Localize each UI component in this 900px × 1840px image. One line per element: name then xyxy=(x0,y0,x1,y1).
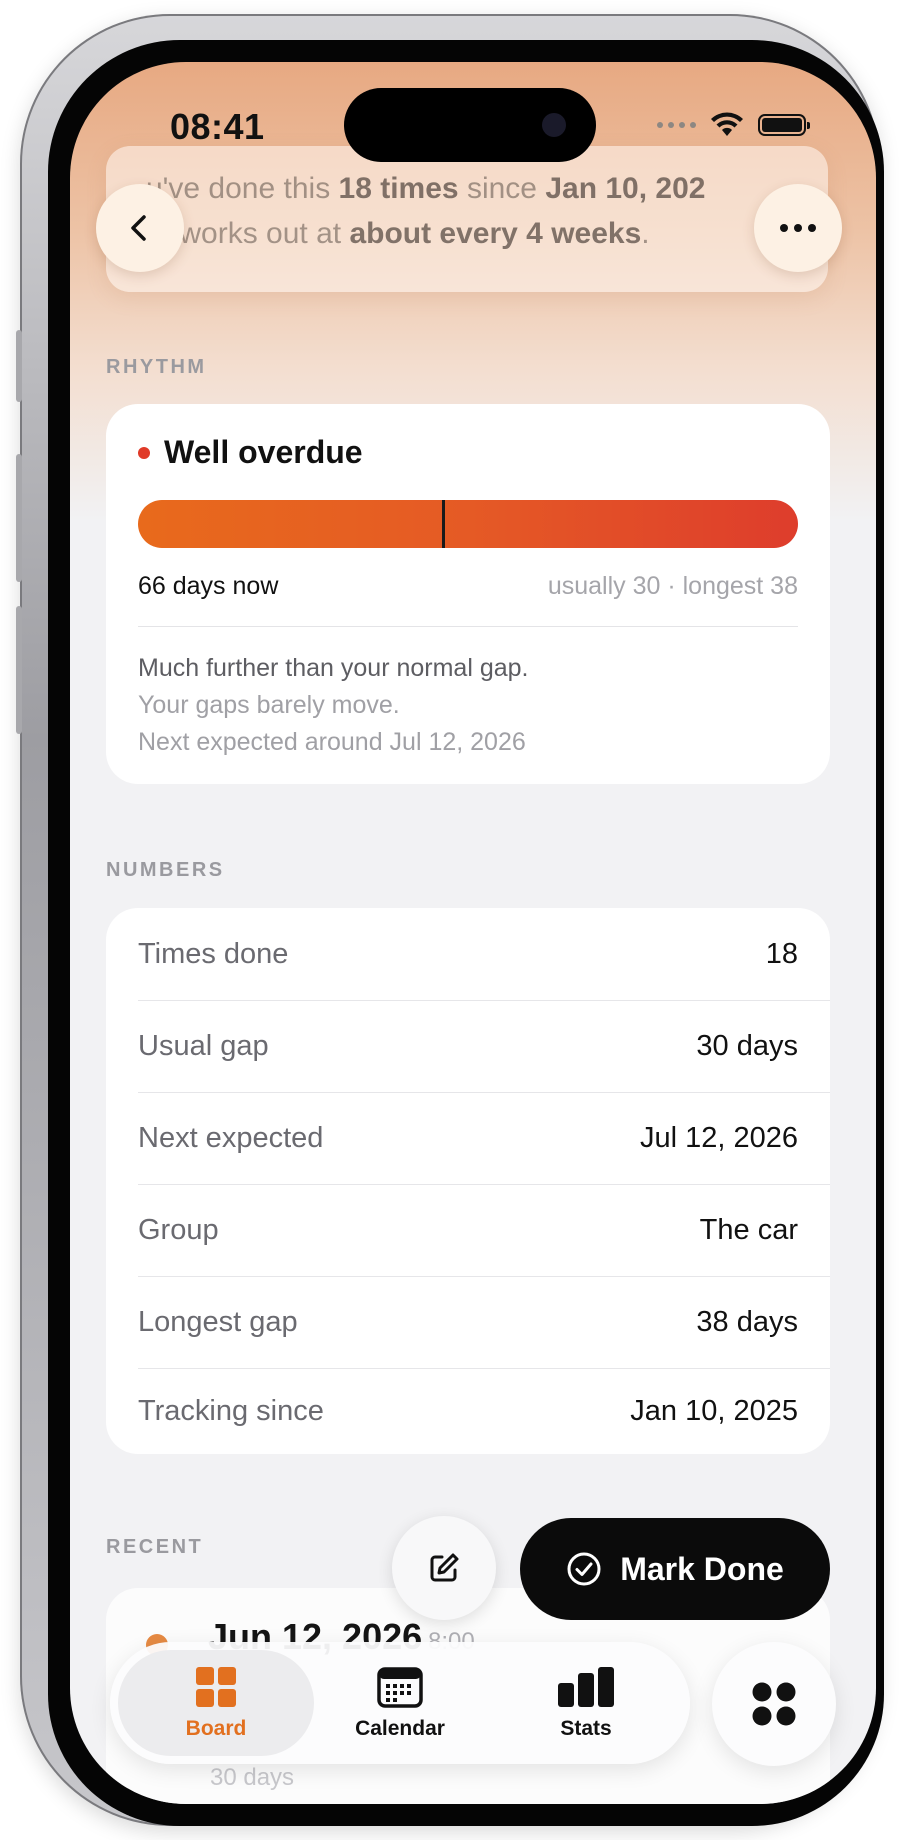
numbers-section-label: NUMBERS xyxy=(106,859,225,881)
rhythm-divider xyxy=(138,626,798,627)
recent-gap: 30 days xyxy=(210,1764,295,1791)
back-button[interactable] xyxy=(96,184,184,272)
numbers-row-next-expected: Next expected Jul 12, 2026 xyxy=(138,1092,830,1185)
row-value: 18 xyxy=(765,938,798,970)
row-value: Jul 12, 2026 xyxy=(639,1122,798,1154)
row-label: Longest gap xyxy=(138,1306,298,1338)
numbers-row-usual-gap: Usual gap 30 days xyxy=(138,1000,830,1093)
numbers-row-times-done: Times done 18 xyxy=(138,908,830,1001)
tab-board[interactable]: Board xyxy=(118,1650,314,1756)
rhythm-status-title: Well overdue xyxy=(164,434,363,470)
four-dots-icon xyxy=(752,1682,796,1726)
row-value: Jan 10, 2025 xyxy=(630,1394,798,1427)
ellipsis-icon xyxy=(780,224,816,232)
status-icons xyxy=(657,112,810,138)
action-button xyxy=(16,330,22,402)
tab-label: Stats xyxy=(560,1717,612,1740)
numbers-row-longest-gap: Longest gap 38 days xyxy=(138,1276,830,1369)
row-label: Tracking since xyxy=(138,1394,324,1427)
mark-done-button[interactable]: Mark Done xyxy=(520,1518,830,1620)
tab-stats[interactable]: Stats xyxy=(510,1642,662,1764)
status-time: 08:41 xyxy=(170,106,265,147)
tab-bar: Board Calendar Stats xyxy=(110,1642,690,1764)
cellular-signal-icon xyxy=(657,122,696,128)
numbers-card: Times done 18 Usual gap 30 days Next exp… xyxy=(106,908,830,1454)
chevron-left-icon xyxy=(131,215,146,241)
phone-frame: u've done this 18 times since Jan 10, 20… xyxy=(16,14,884,1826)
edit-button[interactable] xyxy=(392,1516,496,1620)
rhythm-section-label: RHYTHM xyxy=(106,356,207,378)
tab-label: Calendar xyxy=(355,1717,445,1740)
mark-done-label: Mark Done xyxy=(620,1550,784,1587)
row-value: 38 days xyxy=(696,1306,798,1338)
battery-icon xyxy=(758,114,810,136)
row-label: Times done xyxy=(138,938,289,970)
status-dot xyxy=(138,446,150,459)
edit-icon xyxy=(430,1553,459,1582)
row-label: Usual gap xyxy=(138,1030,269,1062)
rhythm-progress-bar xyxy=(138,500,798,548)
row-value: The car xyxy=(699,1214,798,1246)
row-label: Group xyxy=(138,1214,219,1246)
summary-text: u've done this 18 times since Jan 10, 20… xyxy=(146,172,706,250)
tab-label: Board xyxy=(185,1717,247,1740)
row-value: 30 days xyxy=(696,1030,798,1062)
rhythm-card: Well overdue 66 days now usually 30 · lo… xyxy=(106,404,830,784)
usual-longest-line: usually 30 · longest 38 xyxy=(547,572,798,600)
recent-section-label: RECENT xyxy=(106,1536,204,1558)
numbers-row-tracking-since: Tracking since Jan 10, 2025 xyxy=(138,1368,830,1454)
numbers-row-group: Group The car xyxy=(138,1184,830,1277)
more-button[interactable] xyxy=(754,184,842,272)
bar-chart-icon xyxy=(558,1667,614,1707)
tab-calendar[interactable]: Calendar xyxy=(324,1642,476,1764)
rhythm-status: Well overdue xyxy=(138,434,363,471)
rhythm-note-next: Next expected around Jul 12, 2026 xyxy=(138,728,526,756)
summary-card: u've done this 18 times since Jan 10, 20… xyxy=(106,146,828,292)
days-now: 66 days now xyxy=(138,572,279,600)
apps-button[interactable] xyxy=(712,1642,836,1766)
dynamic-island xyxy=(344,88,596,162)
volume-down-button xyxy=(16,606,22,734)
rhythm-note-primary: Much further than your normal gap. xyxy=(138,654,529,682)
row-label: Next expected xyxy=(138,1122,324,1154)
rhythm-note-secondary: Your gaps barely move. xyxy=(138,691,400,719)
volume-up-button xyxy=(16,454,22,582)
calendar-icon xyxy=(377,1667,423,1708)
wifi-icon xyxy=(711,112,743,136)
usual-gap-marker xyxy=(441,500,445,548)
screen: u've done this 18 times since Jan 10, 20… xyxy=(70,62,876,1804)
grid-icon xyxy=(196,1667,236,1707)
checkmark-circle-icon xyxy=(567,1552,601,1586)
